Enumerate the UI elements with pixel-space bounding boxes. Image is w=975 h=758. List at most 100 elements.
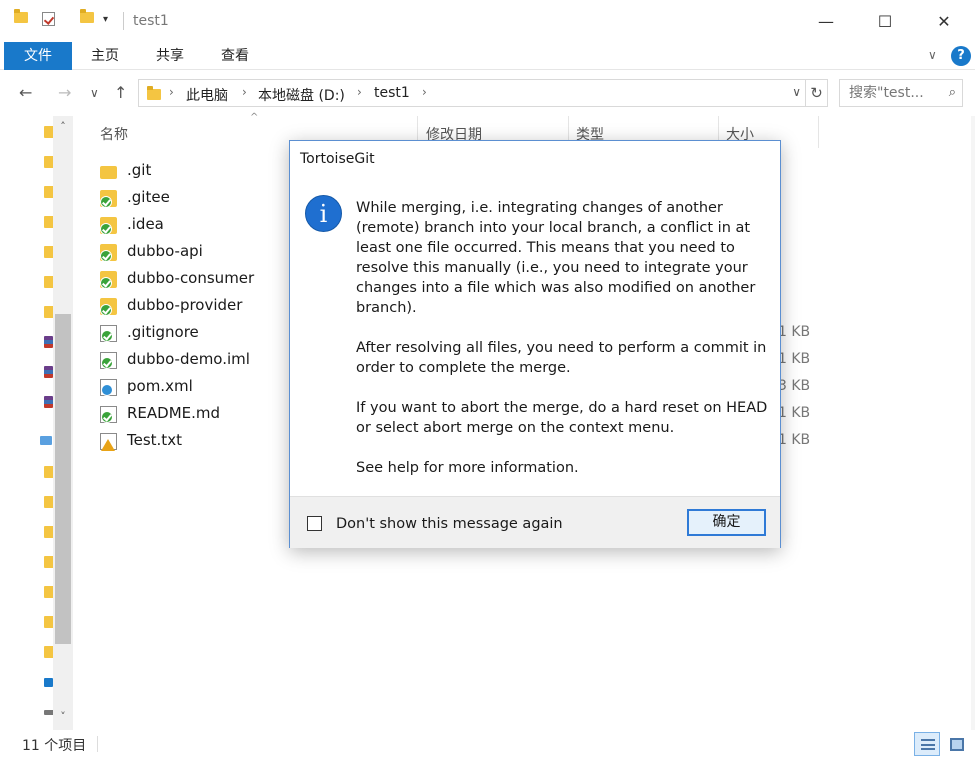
file-row[interactable]: dubbo-provider: [100, 293, 280, 320]
help-button[interactable]: ?: [951, 46, 971, 66]
info-icon: i: [305, 195, 342, 232]
window-edge: [971, 116, 975, 730]
file-icon: [100, 325, 117, 342]
file-row[interactable]: dubbo-consumer: [100, 266, 280, 293]
up-button[interactable]: ↑: [114, 83, 127, 102]
address-dropdown-icon[interactable]: ∨: [792, 85, 801, 99]
file-size: 1 KB: [778, 405, 811, 421]
file-row[interactable]: README.md: [100, 401, 280, 428]
dialog-message-conflict: While merging, i.e. integrating changes …: [356, 200, 756, 316]
search-input[interactable]: 搜索"test... ⌕: [839, 79, 963, 107]
file-row[interactable]: pom.xml: [100, 374, 280, 401]
git-normal-overlay-icon: [100, 277, 112, 289]
file-size: 1 KB: [778, 324, 811, 340]
git-normal-overlay-icon: [101, 411, 113, 423]
file-name: .gitignore: [127, 323, 199, 341]
details-view-button[interactable]: [914, 732, 940, 756]
column-header-name[interactable]: 名称: [100, 124, 128, 144]
breadcrumb-separator[interactable]: ›: [357, 85, 362, 99]
quick-access-properties-icon[interactable]: [42, 12, 56, 26]
nav-archive-icon[interactable]: [44, 336, 53, 348]
address-bar[interactable]: › 此电脑 › 本地磁盘 (D:) › test1 › ∨: [138, 79, 806, 107]
tab-home[interactable]: 主页: [91, 42, 119, 70]
folder-icon: [100, 190, 117, 208]
scroll-down-icon[interactable]: ˅: [53, 708, 73, 726]
breadcrumb-local-disk[interactable]: 本地磁盘 (D:): [258, 85, 345, 105]
nav-archive-icon[interactable]: [44, 366, 53, 378]
tab-share[interactable]: 共享: [156, 42, 184, 70]
breadcrumb-separator[interactable]: ›: [242, 85, 247, 99]
search-icon[interactable]: ⌕: [949, 80, 956, 106]
status-bar: 11 个项目: [0, 730, 975, 758]
refresh-button[interactable]: ↻: [806, 79, 828, 107]
file-row[interactable]: .gitignore: [100, 320, 280, 347]
title-divider: [123, 12, 124, 30]
column-divider[interactable]: [818, 116, 819, 148]
git-normal-overlay-icon: [100, 250, 112, 262]
tab-view[interactable]: 查看: [221, 42, 249, 70]
git-normal-overlay-icon: [100, 196, 112, 208]
nav-archive-icon[interactable]: [44, 396, 53, 408]
nav-windows-drive-icon[interactable]: [44, 678, 53, 687]
ribbon-tabs: 文件 主页 共享 查看 ∨ ?: [0, 42, 975, 70]
file-name: .gitee: [127, 188, 170, 206]
file-row[interactable]: dubbo-api: [100, 239, 280, 266]
dialog-footer: Don't show this message again 确定: [290, 496, 780, 548]
git-modified-overlay-icon: [101, 384, 113, 396]
quick-access-new-folder-icon[interactable]: [80, 9, 94, 26]
dont-show-again-label[interactable]: Don't show this message again: [336, 516, 563, 532]
folder-icon: [100, 244, 117, 262]
folder-icon: [147, 86, 161, 100]
recent-locations-button[interactable]: ∨: [90, 86, 99, 100]
breadcrumb-this-pc[interactable]: 此电脑: [186, 85, 228, 105]
window-title: test1: [133, 13, 169, 29]
file-name: .git: [127, 161, 152, 179]
folder-icon: [14, 9, 28, 26]
git-normal-overlay-icon: [101, 330, 113, 342]
large-icons-view-icon: [950, 738, 964, 751]
file-row[interactable]: .idea: [100, 212, 280, 239]
dialog-message-abort: If you want to abort the merge, do a har…: [356, 400, 768, 436]
close-button[interactable]: ✕: [921, 8, 967, 36]
dialog-message-help: See help for more information.: [356, 460, 579, 476]
back-button[interactable]: ←: [19, 83, 32, 102]
status-divider: [97, 736, 98, 752]
breadcrumb-separator[interactable]: ›: [169, 85, 174, 99]
breadcrumb-test1[interactable]: test1: [374, 85, 410, 101]
file-row[interactable]: .git: [100, 158, 280, 185]
file-row[interactable]: .gitee: [100, 185, 280, 212]
ribbon-collapse-icon[interactable]: ∨: [928, 48, 937, 62]
git-normal-overlay-icon: [101, 357, 113, 369]
git-normal-overlay-icon: [100, 304, 112, 316]
quick-access-dropdown-icon[interactable]: ▾: [103, 14, 108, 25]
ok-button[interactable]: 确定: [687, 509, 766, 536]
file-row[interactable]: dubbo-demo.iml: [100, 347, 280, 374]
file-icon: [100, 379, 117, 396]
folder-icon: [100, 166, 117, 179]
tab-file[interactable]: 文件: [4, 42, 72, 70]
file-name: dubbo-provider: [127, 296, 243, 314]
folder-icon: [100, 217, 117, 235]
dont-show-again-checkbox[interactable]: [307, 516, 322, 531]
details-view-icon: [921, 739, 935, 750]
breadcrumb-separator[interactable]: ›: [422, 85, 427, 99]
file-icon: [100, 406, 117, 423]
file-size: 3 KB: [778, 378, 811, 394]
scroll-up-icon[interactable]: ˄: [53, 118, 73, 136]
folder-icon: [100, 271, 117, 289]
nav-scrollbar[interactable]: ˄ ˅: [53, 116, 73, 730]
file-name: dubbo-api: [127, 242, 203, 260]
nav-this-pc-icon[interactable]: [40, 436, 52, 445]
git-normal-overlay-icon: [100, 223, 112, 235]
file-size: 1 KB: [778, 432, 811, 448]
file-name: dubbo-consumer: [127, 269, 255, 287]
forward-button[interactable]: →: [58, 83, 71, 102]
dialog-title: TortoiseGit: [300, 151, 375, 167]
large-icons-view-button[interactable]: [943, 732, 969, 756]
scroll-thumb[interactable]: [55, 314, 71, 644]
file-name: dubbo-demo.iml: [127, 350, 250, 368]
minimize-button[interactable]: —: [803, 8, 849, 36]
file-row[interactable]: Test.txt: [100, 428, 280, 455]
dialog-message-commit: After resolving all files, you need to p…: [356, 340, 767, 376]
maximize-button[interactable]: ☐: [862, 8, 908, 36]
